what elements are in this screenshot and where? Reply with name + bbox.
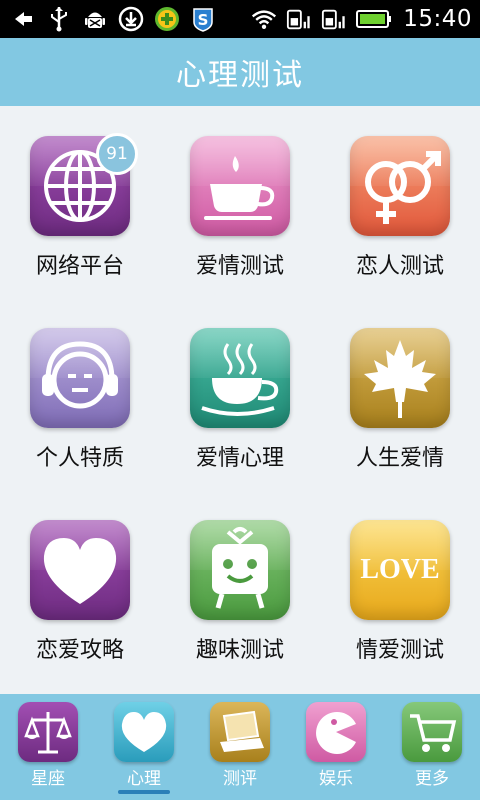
nav-tab-entertainment[interactable]: 娱乐 xyxy=(288,694,384,800)
wifi-icon xyxy=(251,5,277,33)
love-text: LOVE xyxy=(360,554,439,585)
grid-item-fun-test[interactable]: 趣味测试 xyxy=(160,490,320,680)
status-bar: S 15:40 xyxy=(0,0,480,38)
grid-item-label: 个人特质 xyxy=(35,446,124,471)
usb-icon xyxy=(46,5,72,33)
cart-icon xyxy=(402,702,462,762)
s-app-icon: S xyxy=(190,5,216,33)
notification-badge: 91 xyxy=(96,133,138,175)
coffee-cup-icon xyxy=(190,328,290,428)
grid-item-lover-test[interactable]: 恋人测试 xyxy=(320,106,480,296)
sim2-signal-icon xyxy=(321,5,347,33)
nav-tab-label: 星座 xyxy=(31,769,65,789)
grid-item-label: 情爱测试 xyxy=(355,638,444,663)
maple-leaf-icon xyxy=(350,328,450,428)
grid-item-life-love[interactable]: 人生爱情 xyxy=(320,298,480,488)
grid-item-label: 人生爱情 xyxy=(355,446,444,471)
grid-item-love-psychology[interactable]: 爱情心理 xyxy=(160,298,320,488)
grid-item-love-test[interactable]: 爱情测试 xyxy=(160,106,320,296)
nav-tab-label: 更多 xyxy=(415,769,449,789)
nav-tab-label: 心理 xyxy=(127,769,161,789)
grid-item-label: 恋爱攻略 xyxy=(35,638,124,663)
android-debug-icon xyxy=(82,5,108,33)
love-text-icon: LOVE xyxy=(350,520,450,620)
download-icon xyxy=(118,5,144,33)
heart-icon xyxy=(30,520,130,620)
grid-item-label: 爱情测试 xyxy=(195,254,284,279)
active-tab-indicator xyxy=(118,790,170,794)
nav-tab-assessment[interactable]: 测评 xyxy=(192,694,288,800)
grid-item-label: 网络平台 xyxy=(35,254,124,279)
grid-item-label: 趣味测试 xyxy=(195,638,284,663)
scales-icon xyxy=(18,702,78,762)
bottom-navigation: 星座 心理 测评 娱乐 更多 xyxy=(0,694,480,800)
test-category-grid: 91 网络平台 爱情测试 恋人测试 个人特质 爱情心理 人生爱情 恋爱攻略 趣味… xyxy=(0,106,480,694)
laptop-icon xyxy=(210,702,270,762)
tv-robot-icon xyxy=(190,520,290,620)
headphones-face-icon xyxy=(30,328,130,428)
nav-tab-horoscope[interactable]: 星座 xyxy=(0,694,96,800)
nav-tab-more[interactable]: 更多 xyxy=(384,694,480,800)
sim1-signal-icon xyxy=(286,5,312,33)
battery-icon xyxy=(356,5,392,33)
status-bar-left: S xyxy=(10,5,216,33)
svg-text:S: S xyxy=(198,11,209,29)
grid-item-network-platform[interactable]: 91 网络平台 xyxy=(0,106,160,296)
grid-item-affection-test[interactable]: LOVE 情爱测试 xyxy=(320,490,480,680)
grid-item-romance-guide[interactable]: 恋爱攻略 xyxy=(0,490,160,680)
nav-tab-label: 测评 xyxy=(223,769,257,789)
grid-item-personal-traits[interactable]: 个人特质 xyxy=(0,298,160,488)
gender-symbols-icon xyxy=(350,136,450,236)
title-bar: 心理测试 xyxy=(0,38,480,106)
grid-item-label: 恋人测试 xyxy=(355,254,444,279)
nav-tab-psychology[interactable]: 心理 xyxy=(96,694,192,800)
teacup-icon xyxy=(190,136,290,236)
status-bar-right: 15:40 xyxy=(251,5,472,33)
security-app-icon xyxy=(154,5,180,33)
clock-time: 15:40 xyxy=(403,6,472,32)
page-title: 心理测试 xyxy=(176,58,304,93)
back-arrow-icon xyxy=(10,5,36,33)
heart-icon xyxy=(114,702,174,762)
nav-tab-label: 娱乐 xyxy=(319,769,353,789)
grid-item-label: 爱情心理 xyxy=(195,446,284,471)
pacman-icon xyxy=(306,702,366,762)
